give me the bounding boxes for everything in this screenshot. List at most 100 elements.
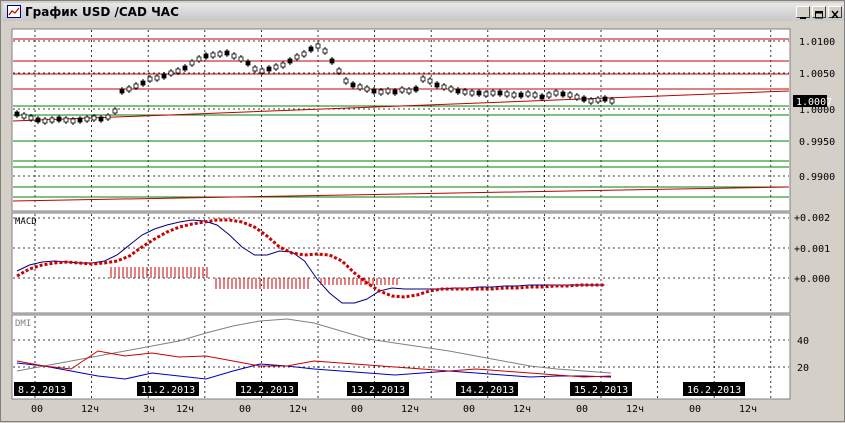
candle-body <box>308 46 314 52</box>
price-tick-3: 1.0000 <box>799 105 835 116</box>
candle-body <box>98 116 104 122</box>
dmi-label: DMI <box>15 319 31 329</box>
minimize-icon <box>800 17 806 19</box>
candle-body <box>70 118 76 124</box>
candle-body <box>77 117 83 123</box>
candle-body <box>245 60 251 66</box>
close-icon <box>831 10 839 19</box>
candle-body <box>329 58 335 64</box>
price-tick-4: 0.9950 <box>799 137 835 148</box>
candle-body <box>301 51 307 57</box>
candle-body <box>406 88 412 94</box>
candle-body <box>539 94 545 100</box>
macd-label: MACD <box>15 217 37 227</box>
candle-body <box>42 118 48 124</box>
candle-body <box>427 78 433 84</box>
candle-body <box>588 98 594 104</box>
close-button[interactable] <box>828 6 842 19</box>
dmi-tick-2: 20 <box>797 363 809 374</box>
hour-label: 12ч <box>401 404 419 415</box>
candle-body <box>546 92 552 98</box>
chart-area[interactable]: 1.0007 1.0100 1.0050 1.0000 0.9950 0.990… <box>1 21 845 423</box>
hour-label: 12ч <box>289 404 307 415</box>
candle-body <box>189 60 195 66</box>
candle-body <box>14 111 20 117</box>
candle-body <box>581 96 587 102</box>
candle-body <box>448 86 454 92</box>
candle-body <box>378 89 384 95</box>
minimize-button[interactable] <box>796 6 810 19</box>
candle-body <box>497 90 503 96</box>
hour-axis: 00 12ч 3ч 12ч 00 12ч 00 12ч 00 12ч 00 12… <box>31 404 757 415</box>
title-bar[interactable]: График USD /CAD ЧАС <box>3 3 844 21</box>
candle-body <box>518 92 524 98</box>
chart-icon <box>7 5 21 18</box>
date-label: 13.2.2013 <box>351 385 405 396</box>
candle-body <box>525 91 531 97</box>
candle-body <box>21 113 27 119</box>
candle-body <box>441 84 447 90</box>
candle-body <box>392 89 398 95</box>
candle-body <box>252 66 258 72</box>
candle-body <box>196 56 202 62</box>
date-label: 8.2.2013 <box>18 385 66 396</box>
candle-body <box>56 116 62 122</box>
hour-label: 12ч <box>739 404 757 415</box>
macd-tick-2: +0.001 <box>794 244 830 255</box>
candle-body <box>469 90 475 96</box>
date-label: 11.2.2013 <box>141 385 195 396</box>
candle-body <box>133 83 139 89</box>
candle-body <box>112 108 118 114</box>
candle-body <box>490 90 496 96</box>
candle-body <box>238 56 244 62</box>
candle-body <box>315 43 321 49</box>
candle-body <box>357 84 363 90</box>
candle-body <box>49 117 55 123</box>
maximize-button[interactable] <box>812 6 826 19</box>
candle-body <box>231 53 237 59</box>
candle-body <box>574 94 580 100</box>
candle-body <box>224 50 230 56</box>
hour-label: 12ч <box>176 404 194 415</box>
hour-label: 00 <box>351 404 363 415</box>
price-tick-1: 1.0100 <box>799 37 835 48</box>
hour-label: 00 <box>576 404 588 415</box>
candle-body <box>119 88 125 94</box>
candle-body <box>84 116 90 122</box>
hour-label: 00 <box>463 404 475 415</box>
candle-body <box>385 88 391 94</box>
candle-body <box>511 92 517 98</box>
candle-body <box>259 68 265 74</box>
candle-body <box>322 48 328 54</box>
date-label: 15.2.2013 <box>574 385 628 396</box>
candle-body <box>147 76 153 82</box>
candle-body <box>350 82 356 88</box>
candle-body <box>560 91 566 97</box>
dmi-tick-1: 40 <box>797 336 809 347</box>
price-tick-5: 0.9900 <box>799 172 835 183</box>
candle-body <box>168 70 174 76</box>
date-label: 12.2.2013 <box>240 385 294 396</box>
candle-body <box>504 91 510 97</box>
price-panel <box>11 28 791 212</box>
date-label: 16.2.2013 <box>687 385 741 396</box>
candle-body <box>602 96 608 102</box>
candle-body <box>161 73 167 79</box>
maximize-icon <box>815 11 823 19</box>
macd-tick-3: +0.000 <box>794 274 830 285</box>
candle-body <box>595 97 601 103</box>
candle-body <box>399 87 405 93</box>
hour-label: 12ч <box>626 404 644 415</box>
candle-body <box>553 90 559 96</box>
candle-body <box>294 54 300 60</box>
candle-body <box>420 76 426 82</box>
candle-body <box>567 92 573 98</box>
candle-body <box>476 90 482 96</box>
macd-tick-1: +0.002 <box>794 213 830 224</box>
candle-body <box>336 68 342 74</box>
candle-body <box>266 66 272 72</box>
window-title: График USD /CAD ЧАС <box>25 5 179 19</box>
chart-window: График USD /CAD ЧАС 1.0007 1.0100 1.0050… <box>0 0 845 422</box>
candle-body <box>462 89 468 95</box>
candle-body <box>280 62 286 68</box>
